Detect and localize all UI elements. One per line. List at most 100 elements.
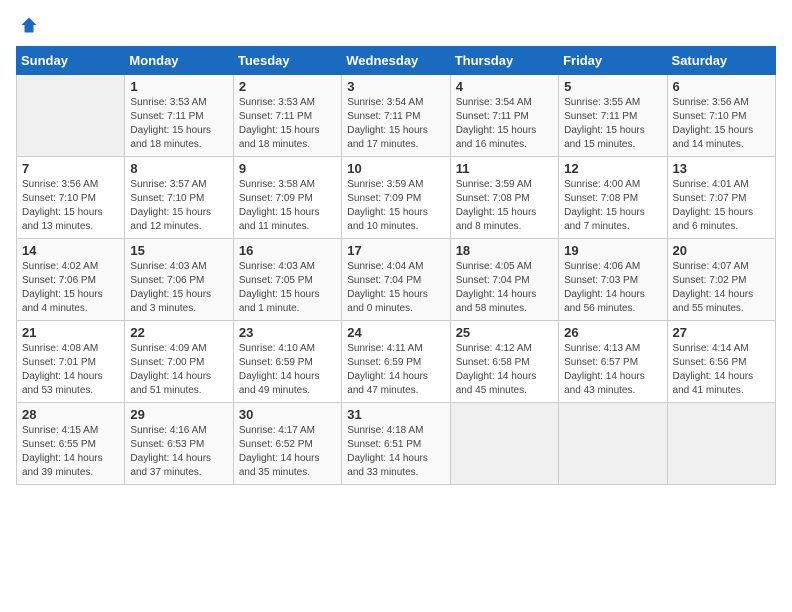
day-info: Sunrise: 4:07 AM Sunset: 7:02 PM Dayligh… bbox=[673, 260, 770, 316]
day-info: Sunrise: 4:17 AM Sunset: 6:52 PM Dayligh… bbox=[239, 424, 336, 480]
calendar-cell: 12 Sunrise: 4:00 AM Sunset: 7:08 PM Dayli… bbox=[559, 157, 667, 239]
day-info: Sunrise: 4:14 AM Sunset: 6:56 PM Dayligh… bbox=[673, 342, 770, 398]
day-info: Sunrise: 3:57 AM Sunset: 7:10 PM Dayligh… bbox=[130, 178, 227, 234]
day-info: Sunrise: 4:11 AM Sunset: 6:59 PM Dayligh… bbox=[347, 342, 444, 398]
calendar-cell: 9 Sunrise: 3:58 AM Sunset: 7:09 PM Daylig… bbox=[233, 157, 341, 239]
day-info: Sunrise: 4:18 AM Sunset: 6:51 PM Dayligh… bbox=[347, 424, 444, 480]
calendar-week-row: 1 Sunrise: 3:53 AM Sunset: 7:11 PM Daylig… bbox=[17, 75, 776, 157]
calendar-cell: 30 Sunrise: 4:17 AM Sunset: 6:52 PM Dayli… bbox=[233, 403, 341, 485]
day-number: 24 bbox=[347, 325, 444, 340]
calendar-cell: 6 Sunrise: 3:56 AM Sunset: 7:10 PM Daylig… bbox=[667, 75, 775, 157]
day-number: 19 bbox=[564, 243, 661, 258]
day-number: 13 bbox=[673, 161, 770, 176]
day-info: Sunrise: 4:16 AM Sunset: 6:53 PM Dayligh… bbox=[130, 424, 227, 480]
calendar-cell: 27 Sunrise: 4:14 AM Sunset: 6:56 PM Dayli… bbox=[667, 321, 775, 403]
calendar-cell: 15 Sunrise: 4:03 AM Sunset: 7:06 PM Dayli… bbox=[125, 239, 233, 321]
calendar-cell: 2 Sunrise: 3:53 AM Sunset: 7:11 PM Daylig… bbox=[233, 75, 341, 157]
day-info: Sunrise: 4:04 AM Sunset: 7:04 PM Dayligh… bbox=[347, 260, 444, 316]
day-number: 1 bbox=[130, 79, 227, 94]
day-info: Sunrise: 3:56 AM Sunset: 7:10 PM Dayligh… bbox=[673, 96, 770, 152]
calendar-cell: 3 Sunrise: 3:54 AM Sunset: 7:11 PM Daylig… bbox=[342, 75, 450, 157]
day-number: 9 bbox=[239, 161, 336, 176]
day-number: 17 bbox=[347, 243, 444, 258]
day-number: 4 bbox=[456, 79, 553, 94]
calendar-cell: 5Sunrise: 3:55 AM Sunset: 7:11 PM Daylig… bbox=[559, 75, 667, 157]
day-info: Sunrise: 4:03 AM Sunset: 7:06 PM Dayligh… bbox=[130, 260, 227, 316]
day-number: 31 bbox=[347, 407, 444, 422]
calendar-cell: 22 Sunrise: 4:09 AM Sunset: 7:00 PM Dayli… bbox=[125, 321, 233, 403]
logo bbox=[16, 16, 38, 34]
day-info: Sunrise: 4:02 AM Sunset: 7:06 PM Dayligh… bbox=[22, 260, 119, 316]
calendar-cell: 20 Sunrise: 4:07 AM Sunset: 7:02 PM Dayli… bbox=[667, 239, 775, 321]
calendar-cell: 19 Sunrise: 4:06 AM Sunset: 7:03 PM Dayli… bbox=[559, 239, 667, 321]
day-info: Sunrise: 4:06 AM Sunset: 7:03 PM Dayligh… bbox=[564, 260, 661, 316]
day-number: 27 bbox=[673, 325, 770, 340]
day-number: 28 bbox=[22, 407, 119, 422]
calendar-cell: 7Sunrise: 3:56 AM Sunset: 7:10 PM Daylig… bbox=[17, 157, 125, 239]
day-info: Sunrise: 3:54 AM Sunset: 7:11 PM Dayligh… bbox=[347, 96, 444, 152]
day-info: Sunrise: 4:13 AM Sunset: 6:57 PM Dayligh… bbox=[564, 342, 661, 398]
calendar-cell: 16 Sunrise: 4:03 AM Sunset: 7:05 PM Dayli… bbox=[233, 239, 341, 321]
day-number: 22 bbox=[130, 325, 227, 340]
day-number: 21 bbox=[22, 325, 119, 340]
calendar-cell bbox=[17, 75, 125, 157]
day-number: 26 bbox=[564, 325, 661, 340]
day-number: 3 bbox=[347, 79, 444, 94]
calendar-header-sunday: Sunday bbox=[17, 47, 125, 75]
day-info: Sunrise: 4:03 AM Sunset: 7:05 PM Dayligh… bbox=[239, 260, 336, 316]
calendar-header-saturday: Saturday bbox=[667, 47, 775, 75]
calendar-cell: 26 Sunrise: 4:13 AM Sunset: 6:57 PM Dayli… bbox=[559, 321, 667, 403]
day-info: Sunrise: 4:09 AM Sunset: 7:00 PM Dayligh… bbox=[130, 342, 227, 398]
day-info: Sunrise: 4:10 AM Sunset: 6:59 PM Dayligh… bbox=[239, 342, 336, 398]
day-number: 20 bbox=[673, 243, 770, 258]
calendar-cell: 13 Sunrise: 4:01 AM Sunset: 7:07 PM Dayli… bbox=[667, 157, 775, 239]
calendar-week-row: 14 Sunrise: 4:02 AM Sunset: 7:06 PM Dayli… bbox=[17, 239, 776, 321]
calendar-cell bbox=[450, 403, 558, 485]
day-number: 25 bbox=[456, 325, 553, 340]
calendar-table: SundayMondayTuesdayWednesdayThursdayFrid… bbox=[16, 46, 776, 485]
day-info: Sunrise: 3:58 AM Sunset: 7:09 PM Dayligh… bbox=[239, 178, 336, 234]
calendar-week-row: 7Sunrise: 3:56 AM Sunset: 7:10 PM Daylig… bbox=[17, 157, 776, 239]
calendar-cell: 11Sunrise: 3:59 AM Sunset: 7:08 PM Dayli… bbox=[450, 157, 558, 239]
day-number: 14 bbox=[22, 243, 119, 258]
day-info: Sunrise: 4:01 AM Sunset: 7:07 PM Dayligh… bbox=[673, 178, 770, 234]
calendar-cell: 10Sunrise: 3:59 AM Sunset: 7:09 PM Dayli… bbox=[342, 157, 450, 239]
day-info: Sunrise: 3:53 AM Sunset: 7:11 PM Dayligh… bbox=[130, 96, 227, 152]
calendar-cell: 24 Sunrise: 4:11 AM Sunset: 6:59 PM Dayli… bbox=[342, 321, 450, 403]
day-number: 18 bbox=[456, 243, 553, 258]
day-info: Sunrise: 3:53 AM Sunset: 7:11 PM Dayligh… bbox=[239, 96, 336, 152]
day-number: 30 bbox=[239, 407, 336, 422]
calendar-header-monday: Monday bbox=[125, 47, 233, 75]
calendar-cell: 29 Sunrise: 4:16 AM Sunset: 6:53 PM Dayli… bbox=[125, 403, 233, 485]
day-info: Sunrise: 3:59 AM Sunset: 7:08 PM Dayligh… bbox=[456, 178, 553, 234]
calendar-week-row: 21 Sunrise: 4:08 AM Sunset: 7:01 PM Dayli… bbox=[17, 321, 776, 403]
day-info: Sunrise: 4:15 AM Sunset: 6:55 PM Dayligh… bbox=[22, 424, 119, 480]
day-info: Sunrise: 4:12 AM Sunset: 6:58 PM Dayligh… bbox=[456, 342, 553, 398]
calendar-header-friday: Friday bbox=[559, 47, 667, 75]
calendar-cell bbox=[667, 403, 775, 485]
day-info: Sunrise: 4:08 AM Sunset: 7:01 PM Dayligh… bbox=[22, 342, 119, 398]
calendar-cell: 23Sunrise: 4:10 AM Sunset: 6:59 PM Dayli… bbox=[233, 321, 341, 403]
calendar-header-wednesday: Wednesday bbox=[342, 47, 450, 75]
day-number: 7 bbox=[22, 161, 119, 176]
calendar-cell: 1 Sunrise: 3:53 AM Sunset: 7:11 PM Daylig… bbox=[125, 75, 233, 157]
calendar-cell: 25 Sunrise: 4:12 AM Sunset: 6:58 PM Dayli… bbox=[450, 321, 558, 403]
calendar-cell: 21 Sunrise: 4:08 AM Sunset: 7:01 PM Dayli… bbox=[17, 321, 125, 403]
calendar-cell: 28 Sunrise: 4:15 AM Sunset: 6:55 PM Dayli… bbox=[17, 403, 125, 485]
day-number: 16 bbox=[239, 243, 336, 258]
calendar-cell bbox=[559, 403, 667, 485]
day-number: 2 bbox=[239, 79, 336, 94]
calendar-cell: 17 Sunrise: 4:04 AM Sunset: 7:04 PM Dayli… bbox=[342, 239, 450, 321]
day-info: Sunrise: 4:05 AM Sunset: 7:04 PM Dayligh… bbox=[456, 260, 553, 316]
calendar-header-row: SundayMondayTuesdayWednesdayThursdayFrid… bbox=[17, 47, 776, 75]
day-number: 12 bbox=[564, 161, 661, 176]
calendar-cell: 31 Sunrise: 4:18 AM Sunset: 6:51 PM Dayli… bbox=[342, 403, 450, 485]
day-info: Sunrise: 4:00 AM Sunset: 7:08 PM Dayligh… bbox=[564, 178, 661, 234]
calendar-cell: 4Sunrise: 3:54 AM Sunset: 7:11 PM Daylig… bbox=[450, 75, 558, 157]
calendar-cell: 18 Sunrise: 4:05 AM Sunset: 7:04 PM Dayli… bbox=[450, 239, 558, 321]
day-number: 5 bbox=[564, 79, 661, 94]
day-number: 29 bbox=[130, 407, 227, 422]
day-number: 6 bbox=[673, 79, 770, 94]
day-number: 15 bbox=[130, 243, 227, 258]
day-number: 10 bbox=[347, 161, 444, 176]
